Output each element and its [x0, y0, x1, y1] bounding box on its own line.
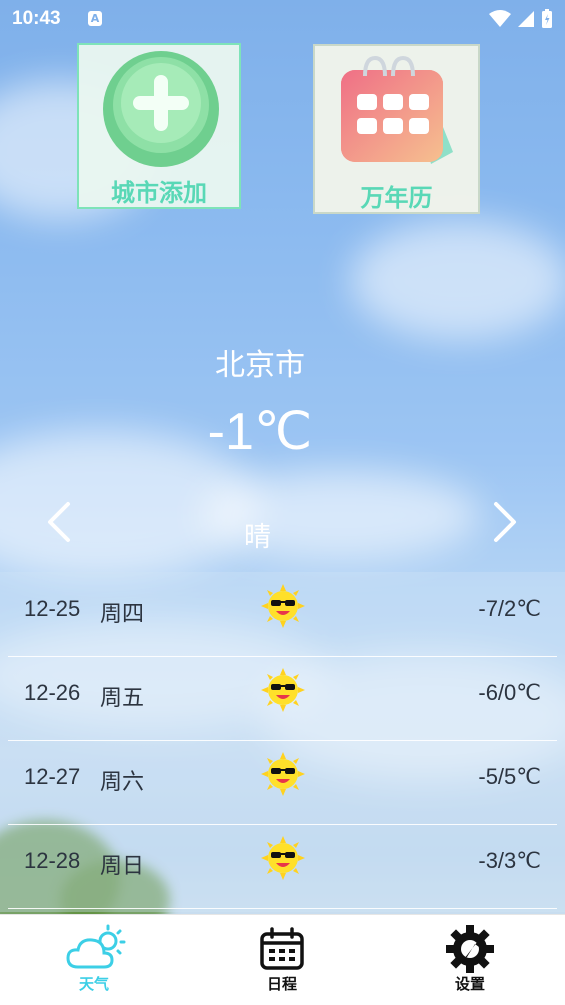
forecast-row[interactable]: 12-28 周日 -3/3℃ [8, 824, 557, 909]
forecast-list: 12-25 周四 -7/2℃ 12-26 周五 -6/0℃ 12-27 周六 - [0, 572, 565, 912]
forecast-date: 12-26 [24, 680, 81, 705]
cloud-sun-icon [66, 924, 126, 969]
wifi-icon [489, 10, 511, 27]
calendar-label: 万年历 [360, 184, 433, 212]
forecast-weekday: 周五 [100, 686, 145, 711]
forecast-row[interactable]: 12-27 周六 -5/5℃ [8, 740, 557, 825]
status-time: 10:43 [12, 8, 61, 29]
forecast-row[interactable]: 12-25 周四 -7/2℃ [8, 572, 557, 657]
forecast-row[interactable]: 12-26 周五 -6/0℃ [8, 656, 557, 741]
add-city-label: 城市添加 [111, 179, 207, 207]
tab-settings[interactable]: 设置 [376, 915, 564, 1005]
next-arrow-icon[interactable] [484, 498, 524, 546]
plus-icon [103, 51, 219, 167]
forecast-range: -6/0℃ [478, 680, 541, 705]
weather-condition: 晴 [244, 522, 271, 553]
forecast-date: 12-28 [24, 848, 81, 873]
forecast-date: 12-25 [24, 596, 81, 621]
battery-icon [542, 9, 552, 28]
status-bar: 10:43 A [0, 0, 565, 40]
status-icons [489, 9, 553, 29]
current-temperature: -1℃ [207, 403, 313, 461]
notification-icon: A [88, 11, 102, 26]
tab-weather[interactable]: 天气 [0, 915, 188, 1005]
forecast-weekday: 周四 [100, 602, 145, 627]
calendar-3d-icon [341, 55, 453, 164]
tab-weather-label: 天气 [78, 975, 109, 993]
signal-icon [518, 11, 534, 27]
bottom-tab-bar: 天气 日程 设置 [0, 914, 565, 1005]
tab-schedule-label: 日程 [266, 975, 297, 993]
forecast-range: -5/5℃ [478, 764, 541, 789]
calendar-icon [260, 927, 304, 970]
calendar-button[interactable]: 万年历 [313, 44, 480, 214]
sun-with-sunglasses-icon [261, 836, 305, 880]
tab-schedule[interactable]: 日程 [188, 915, 376, 1005]
sun-with-sunglasses-icon [261, 668, 305, 712]
gear-wrench-icon [446, 925, 494, 973]
forecast-range: -3/3℃ [478, 848, 541, 873]
forecast-weekday: 周日 [100, 854, 145, 879]
add-city-button[interactable]: 城市添加 [77, 43, 241, 209]
tab-settings-label: 设置 [454, 975, 485, 993]
city-name: 北京市 [215, 348, 305, 383]
forecast-weekday: 周六 [100, 770, 145, 795]
forecast-range: -7/2℃ [478, 596, 541, 621]
sun-with-sunglasses-icon [261, 584, 305, 628]
sun-with-sunglasses-icon [261, 752, 305, 796]
forecast-date: 12-27 [24, 764, 81, 789]
